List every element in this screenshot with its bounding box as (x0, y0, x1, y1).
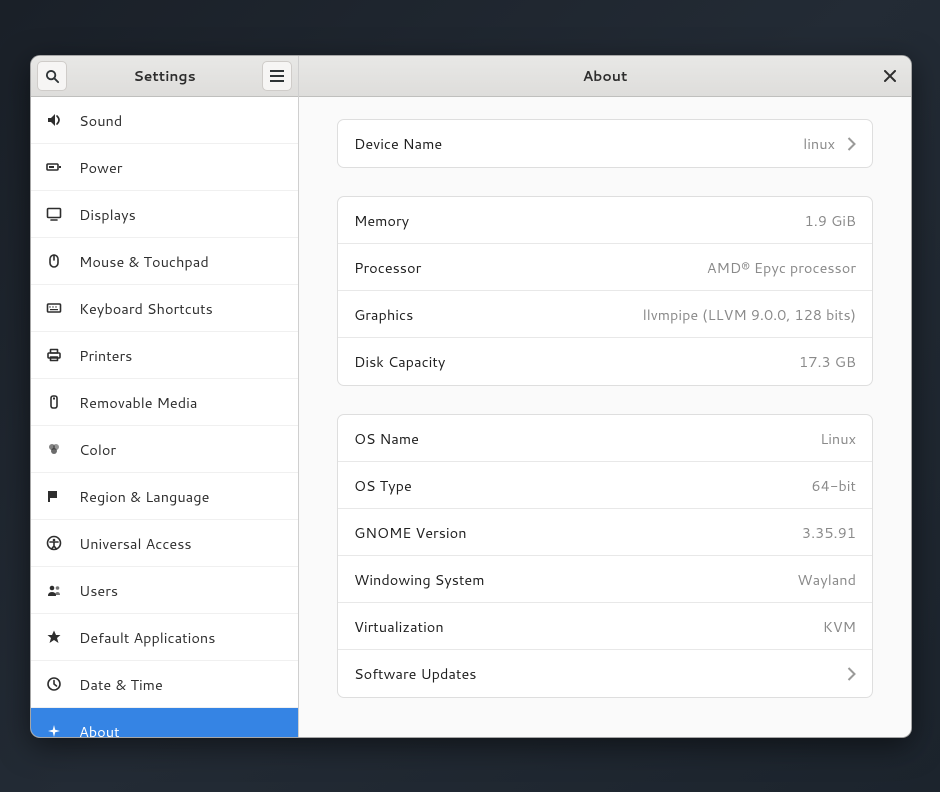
sidebar-item-default-apps[interactable]: Default Applications (31, 614, 298, 661)
software-updates-row[interactable]: Software Updates (338, 650, 872, 697)
color-icon (45, 440, 63, 458)
windowing-value: Wayland (797, 569, 856, 590)
virt-label: Virtualization (354, 616, 444, 637)
sidebar-item-label: Mouse & Touchpad (79, 251, 209, 272)
sidebar-item-region-language[interactable]: Region & Language (31, 473, 298, 520)
windowing-row: Windowing System Wayland (338, 556, 872, 603)
gnome-row: GNOME Version 3.35.91 (338, 509, 872, 556)
sidebar-item-sound[interactable]: Sound (31, 97, 298, 144)
sidebar-item-label: Printers (79, 345, 132, 366)
disk-value: 17.3 GB (799, 351, 856, 372)
sidebar: Settings Sound Power Displays Mouse & Touch… (31, 56, 299, 737)
sidebar-item-displays[interactable]: Displays (31, 191, 298, 238)
search-icon (45, 69, 60, 84)
disk-row: Disk Capacity 17.3 GB (338, 338, 872, 385)
menu-button[interactable] (262, 61, 292, 91)
sidebar-item-label: Sound (79, 110, 122, 131)
sidebar-item-label: Users (79, 580, 118, 601)
processor-row: Processor AMD® Epyc processor (338, 244, 872, 291)
sidebar-item-removable-media[interactable]: Removable Media (31, 379, 298, 426)
memory-value: 1.9 GiB (805, 210, 856, 231)
osname-label: OS Name (354, 428, 419, 449)
sidebar-title: Settings (73, 66, 256, 86)
settings-window: Settings Sound Power Displays Mouse & Touch… (30, 55, 912, 738)
about-icon (45, 722, 63, 737)
ostype-row: OS Type 64-bit (338, 462, 872, 509)
sidebar-item-label: Keyboard Shortcuts (79, 298, 213, 319)
removable-media-icon (45, 393, 63, 411)
chevron-right-icon (847, 667, 856, 681)
device-name-row[interactable]: Device Name linux (338, 120, 872, 167)
processor-label: Processor (354, 257, 421, 278)
graphics-row: Graphics llvmpipe (LLVM 9.0.0, 128 bits) (338, 291, 872, 338)
graphics-label: Graphics (354, 304, 413, 325)
displays-icon (45, 205, 63, 223)
sidebar-item-label: Region & Language (79, 486, 209, 507)
sidebar-item-date-time[interactable]: Date & Time (31, 661, 298, 708)
hardware-group: Memory 1.9 GiB Processor AMD® Epyc proce… (337, 196, 873, 386)
sidebar-item-label: About (79, 721, 120, 738)
ostype-label: OS Type (354, 475, 412, 496)
sidebar-item-label: Default Applications (79, 627, 215, 648)
date-time-icon (45, 675, 63, 693)
sidebar-item-label: Power (79, 157, 122, 178)
sidebar-item-users[interactable]: Users (31, 567, 298, 614)
os-group: OS Name Linux OS Type 64-bit GNOME Versi… (337, 414, 873, 698)
page-title: About (331, 66, 879, 86)
device-name-label: Device Name (354, 133, 442, 154)
sidebar-item-label: Color (79, 439, 116, 460)
device-group: Device Name linux (337, 119, 873, 168)
universal-access-icon (45, 534, 63, 552)
sidebar-item-universal-access[interactable]: Universal Access (31, 520, 298, 567)
users-icon (45, 581, 63, 599)
memory-label: Memory (354, 210, 409, 231)
keyboard-shortcuts-icon (45, 299, 63, 317)
region-language-icon (45, 487, 63, 505)
memory-row: Memory 1.9 GiB (338, 197, 872, 244)
software-updates-label: Software Updates (354, 663, 476, 684)
virt-row: Virtualization KVM (338, 603, 872, 650)
search-button[interactable] (37, 61, 67, 91)
gnome-label: GNOME Version (354, 522, 467, 543)
sidebar-item-mouse-touchpad[interactable]: Mouse & Touchpad (31, 238, 298, 285)
printers-icon (45, 346, 63, 364)
sidebar-list: Sound Power Displays Mouse & Touchpad Keyboa… (31, 97, 298, 737)
sidebar-item-color[interactable]: Color (31, 426, 298, 473)
ostype-value: 64-bit (811, 475, 856, 496)
hamburger-icon (270, 70, 284, 82)
power-icon (45, 158, 63, 176)
sidebar-item-keyboard-shortcuts[interactable]: Keyboard Shortcuts (31, 285, 298, 332)
sound-icon (45, 111, 63, 129)
main-header: About (299, 56, 911, 97)
close-button[interactable] (879, 65, 901, 87)
sidebar-item-label: Date & Time (79, 674, 163, 695)
windowing-label: Windowing System (354, 569, 485, 590)
close-icon (884, 70, 896, 82)
sidebar-item-power[interactable]: Power (31, 144, 298, 191)
graphics-value: llvmpipe (LLVM 9.0.0, 128 bits) (643, 304, 856, 325)
mouse-touchpad-icon (45, 252, 63, 270)
sidebar-item-about[interactable]: About (31, 708, 298, 737)
sidebar-item-label: Universal Access (79, 533, 192, 554)
sidebar-item-label: Removable Media (79, 392, 197, 413)
default-apps-icon (45, 628, 63, 646)
sidebar-item-label: Displays (79, 204, 136, 225)
processor-value: AMD® Epyc processor (707, 257, 856, 278)
device-name-value: linux (803, 133, 835, 154)
gnome-value: 3.35.91 (802, 522, 856, 543)
osname-row: OS Name Linux (338, 415, 872, 462)
osname-value: Linux (820, 428, 856, 449)
sidebar-item-printers[interactable]: Printers (31, 332, 298, 379)
chevron-right-icon (847, 137, 856, 151)
disk-label: Disk Capacity (354, 351, 445, 372)
sidebar-header: Settings (31, 56, 298, 97)
virt-value: KVM (823, 616, 856, 637)
main-panel: About Device Name linux (299, 56, 911, 737)
about-content: Device Name linux Memory 1.9 GiB Proc (299, 97, 911, 737)
